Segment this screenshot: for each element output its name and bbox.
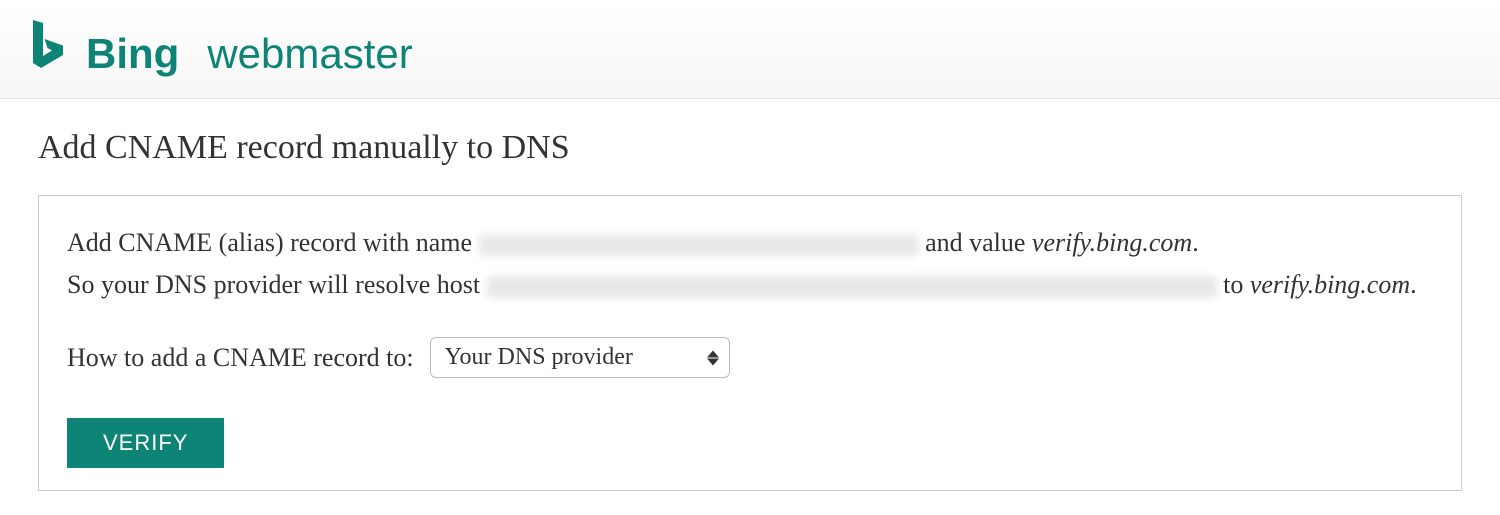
select-value: Your DNS provider: [445, 344, 633, 371]
instruction-text: .: [1410, 270, 1417, 299]
instruction-text: to: [1223, 270, 1250, 299]
how-to-row: How to add a CNAME record to: Your DNS p…: [67, 337, 1433, 378]
instruction-text: Add CNAME (alias) record with name: [67, 228, 479, 257]
how-to-label: How to add a CNAME record to:: [67, 343, 414, 373]
verify-button[interactable]: VERIFY: [67, 418, 224, 468]
instruction-line-2: So your DNS provider will resolve host t…: [67, 264, 1433, 306]
brand-name: Bing: [86, 30, 179, 78]
instruction-text: and value: [925, 228, 1032, 257]
header-bar: Bing webmaster: [0, 0, 1500, 99]
bing-icon: [30, 20, 68, 68]
redacted-cname-name: [479, 234, 919, 256]
instruction-text: .: [1192, 228, 1199, 257]
instruction-line-1: Add CNAME (alias) record with name and v…: [67, 222, 1433, 264]
resolve-target: verify.bing.com: [1250, 270, 1410, 299]
product-name: webmaster: [207, 30, 412, 78]
instruction-text: So your DNS provider will resolve host: [67, 270, 487, 299]
bing-logo: Bing webmaster: [30, 20, 413, 78]
page-title: Add CNAME record manually to DNS: [38, 129, 1462, 167]
instruction-panel: Add CNAME (alias) record with name and v…: [38, 195, 1462, 491]
select-arrows-icon: [707, 350, 719, 365]
dns-provider-select[interactable]: Your DNS provider: [430, 337, 730, 378]
cname-value: verify.bing.com: [1032, 228, 1192, 257]
redacted-host: [487, 276, 1217, 298]
content-area: Add CNAME record manually to DNS Add CNA…: [0, 99, 1500, 491]
